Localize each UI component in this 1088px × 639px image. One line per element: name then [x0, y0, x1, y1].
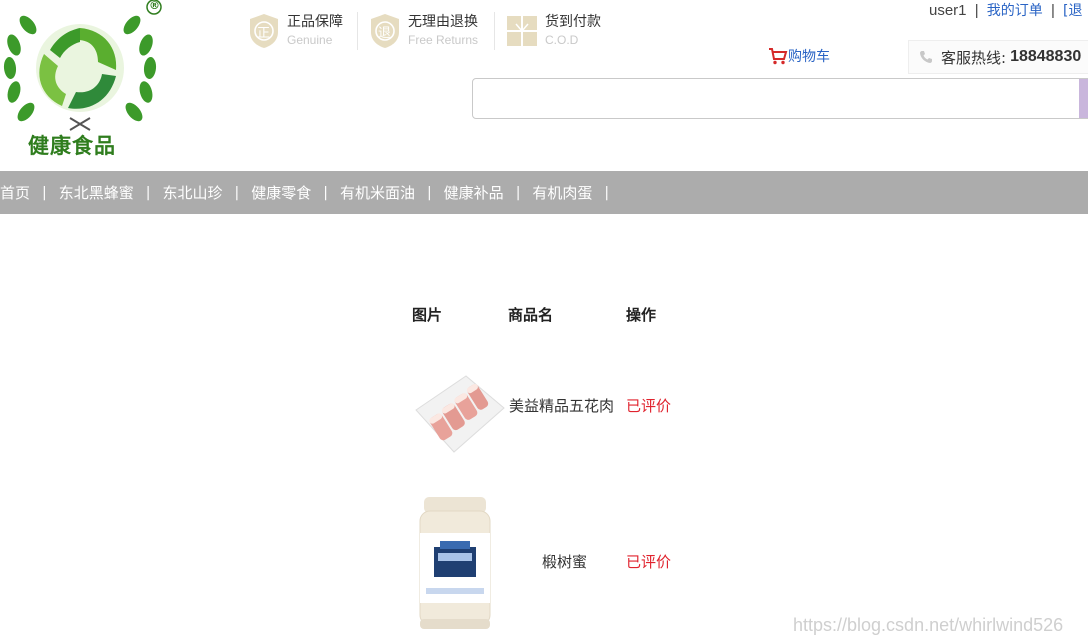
- gift-icon: [505, 12, 539, 50]
- review-status[interactable]: 已评价: [626, 395, 671, 416]
- promise-subtitle: Free Returns: [408, 33, 479, 47]
- divider: [494, 12, 495, 50]
- cart-label: 购物车: [788, 49, 830, 65]
- nav-separator: |: [234, 184, 240, 201]
- nav-item-health-supplements[interactable]: 健康补品: [444, 182, 504, 203]
- header-action: 操作: [626, 306, 657, 324]
- nav-item-mountain-treasures[interactable]: 东北山珍: [162, 182, 222, 203]
- watermark: https://blog.csdn.net/whirlwind526: [793, 615, 1064, 635]
- nav-item-organic-meat-eggs[interactable]: 有机肉蛋: [532, 182, 592, 203]
- nav-separator: |: [42, 184, 47, 201]
- nav-item-healthy-snacks[interactable]: 健康零食: [251, 182, 311, 203]
- search-input[interactable]: [472, 78, 1088, 119]
- return-shield-icon: 退: [368, 12, 402, 50]
- hotline-number: 18848830: [1010, 48, 1082, 65]
- pork-belly-image[interactable]: [412, 372, 506, 454]
- promise-subtitle: Genuine: [287, 33, 333, 47]
- nav-separator: |: [145, 184, 151, 201]
- nav-separator: |: [323, 184, 328, 201]
- genuine-shield-icon: 正: [247, 12, 281, 50]
- return-glyph: 退: [378, 26, 392, 41]
- cart-icon: [769, 48, 788, 65]
- nav-separator: |: [515, 184, 521, 201]
- logo-text: 健康食品: [28, 134, 116, 158]
- divider: [357, 12, 358, 50]
- nav-item-organic-grain-oil[interactable]: 有机米面油: [340, 182, 415, 203]
- hotline-label: 客服热线:: [941, 48, 1007, 67]
- site-logo[interactable]: ® 健康食品: [0, 0, 170, 165]
- logout-link[interactable]: [退: [1063, 3, 1082, 19]
- promise-title: 正品保障: [287, 14, 343, 30]
- product-name[interactable]: 美益精品五花肉: [509, 395, 614, 416]
- separator: |: [1050, 2, 1055, 19]
- header-product-name: 商品名: [508, 306, 554, 324]
- my-orders-link[interactable]: 我的订单: [987, 3, 1043, 19]
- phone-icon: [920, 51, 932, 63]
- nav-separator: |: [426, 184, 432, 201]
- honey-jar-image[interactable]: [416, 493, 494, 633]
- cart-link[interactable]: 购物车: [768, 46, 830, 66]
- main-nav: 首页 | 东北黑蜂蜜 | 东北山珍 | 健康零食 | 有机米面油 | 健康补品 …: [0, 171, 1088, 214]
- promise-returns: 退 无理由退换 Free Returns: [368, 10, 478, 52]
- promise-title: 无理由退换: [408, 14, 478, 30]
- product-name[interactable]: 椴树蜜: [542, 551, 587, 572]
- search-button[interactable]: [1079, 79, 1088, 118]
- username: user1: [929, 2, 967, 19]
- promise-genuine: 正 正品保障 Genuine: [247, 10, 343, 52]
- hotline: 客服热线: 18848830: [908, 40, 1088, 74]
- nav-item-black-bee-honey[interactable]: 东北黑蜂蜜: [59, 182, 134, 203]
- registered-mark: ®: [149, 0, 160, 12]
- genuine-glyph: 正: [257, 26, 271, 41]
- review-status[interactable]: 已评价: [626, 551, 671, 572]
- nav-separator: |: [604, 184, 610, 201]
- separator: |: [974, 2, 979, 19]
- nav-item-home[interactable]: 首页: [0, 182, 30, 203]
- promise-subtitle: C.O.D: [545, 33, 579, 47]
- header-image: 图片: [412, 306, 443, 324]
- user-bar: user1 | 我的订单 | [退: [929, 0, 1083, 20]
- promise-cod: 货到付款 C.O.D: [505, 10, 601, 52]
- promise-title: 货到付款: [545, 14, 601, 30]
